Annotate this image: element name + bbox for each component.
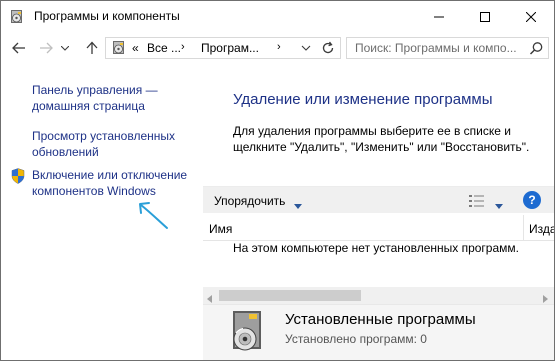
window-title: Программы и компоненты (34, 9, 180, 23)
sidebar-link-windows-features[interactable]: Включение или отключение компонентов Win… (32, 167, 187, 199)
chevron-down-icon (61, 45, 69, 51)
empty-list-message: На этом компьютере нет установленных про… (233, 241, 519, 255)
recent-locations-button[interactable] (58, 38, 72, 58)
column-divider[interactable] (523, 215, 524, 240)
caret-down-icon[interactable] (294, 198, 302, 209)
breadcrumb-separator[interactable]: › (277, 41, 281, 53)
close-icon (526, 11, 536, 22)
scrollbar-thumb[interactable] (219, 290, 361, 301)
search-input[interactable]: Поиск: Программы и компо... (346, 37, 549, 59)
view-dropdown-icon[interactable] (495, 198, 503, 209)
annotation-arrow-icon (133, 197, 173, 231)
window: Программы и компоненты « Все ... › Прогр… (0, 0, 555, 361)
view-options-icon[interactable] (469, 194, 485, 208)
sidebar-link-line: Панель управления — (32, 83, 158, 97)
sidebar-link-line: Включение или отключение (32, 168, 188, 182)
column-header-name[interactable]: Имя (209, 222, 232, 236)
sidebar-link-line: обновлений (32, 145, 99, 159)
maximize-icon (480, 11, 490, 22)
help-button[interactable]: ? (523, 191, 541, 209)
maximize-button[interactable] (462, 1, 508, 32)
sidebar-link-line: домашняя страница (32, 99, 145, 113)
refresh-icon (322, 41, 334, 54)
address-dropdown-button[interactable] (299, 41, 313, 55)
shield-icon (11, 168, 25, 184)
breadcrumb-programs[interactable]: Програм... (201, 41, 259, 55)
scroll-left-icon[interactable] (206, 292, 213, 303)
search-icon[interactable] (529, 41, 544, 56)
close-button[interactable] (508, 1, 554, 32)
details-pane: Установленные программы Установлено прог… (203, 304, 554, 360)
column-header-publisher[interactable]: Издат (529, 222, 554, 236)
up-arrow-icon (86, 41, 98, 54)
programs-features-icon (111, 40, 127, 56)
sidebar-link-installed-updates[interactable]: Просмотр установленных обновлений (32, 128, 175, 160)
forward-arrow-icon (40, 42, 53, 54)
forward-button[interactable] (36, 38, 56, 58)
chevron-down-icon (301, 45, 311, 51)
programs-features-icon (9, 9, 25, 25)
minimize-icon (434, 16, 444, 17)
address-overflow[interactable]: « (132, 41, 139, 55)
command-bar: Упорядочить ? (203, 186, 554, 213)
page-description: Для удаления программы выберите ее в спи… (233, 124, 530, 154)
list-column-header: Имя Издат (203, 215, 554, 241)
back-arrow-icon (12, 42, 25, 54)
breadcrumb-separator[interactable]: › (181, 41, 185, 53)
up-button[interactable] (82, 38, 102, 58)
installed-programs-icon (227, 309, 267, 355)
scroll-right-icon[interactable] (542, 292, 549, 303)
title-bar[interactable]: Программы и компоненты (1, 1, 554, 32)
details-subtitle: Установлено программ: 0 (285, 332, 427, 346)
breadcrumb-all-items[interactable]: Все ... (147, 41, 181, 55)
page-title: Удаление или изменение программы (233, 91, 493, 108)
horizontal-scrollbar[interactable] (203, 287, 554, 304)
address-row: « Все ... › Програм... › Поиск: Программ… (1, 33, 554, 63)
refresh-button[interactable] (320, 40, 336, 56)
search-placeholder: Поиск: Программы и компо... (355, 41, 517, 55)
address-bar[interactable]: « Все ... › Програм... › (105, 37, 341, 59)
details-title: Установленные программы (285, 311, 476, 328)
minimize-button[interactable] (416, 1, 462, 32)
organize-button[interactable]: Упорядочить (214, 194, 285, 208)
back-button[interactable] (9, 38, 29, 58)
sidebar-link-control-panel-home[interactable]: Панель управления — домашняя страница (32, 82, 158, 114)
sidebar-link-line: Просмотр установленных (32, 129, 175, 143)
